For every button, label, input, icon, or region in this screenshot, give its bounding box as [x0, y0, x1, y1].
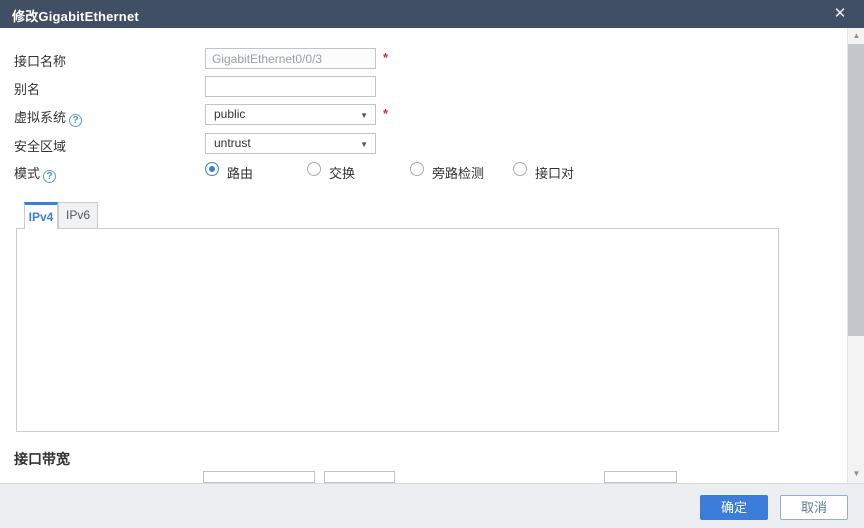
- mode-radio-switch-label: 交换: [329, 163, 355, 182]
- dialog-title: 修改GigabitEthernet: [12, 6, 139, 25]
- scroll-down-icon[interactable]: ▼: [848, 466, 864, 481]
- virtual-system-value: public: [214, 105, 245, 124]
- mode-radio-interface-pair[interactable]: [513, 162, 527, 176]
- alias-label: 别名: [14, 79, 40, 98]
- dialog-titlebar: 修改GigabitEthernet ✕: [0, 0, 864, 28]
- cancel-button[interactable]: 取消: [780, 495, 848, 520]
- required-asterisk: *: [383, 50, 388, 65]
- required-asterisk: *: [383, 106, 388, 121]
- mode-radio-bypass-detect-label: 旁路检测: [432, 163, 484, 182]
- bandwidth-section-title: 接口带宽: [14, 449, 70, 469]
- interface-name-input[interactable]: [205, 48, 376, 69]
- security-zone-select[interactable]: untrust ▼: [205, 133, 376, 154]
- tab-ipv4[interactable]: IPv4: [24, 202, 58, 229]
- ipv4-panel: [16, 228, 779, 432]
- mode-radio-route[interactable]: [205, 162, 219, 176]
- ok-button[interactable]: 确定: [700, 495, 768, 520]
- interface-name-label: 接口名称: [14, 51, 66, 70]
- virtual-system-select[interactable]: public ▼: [205, 104, 376, 125]
- mode-radio-switch[interactable]: [307, 162, 321, 176]
- mode-label: 模式?: [14, 163, 56, 183]
- bandwidth-input-partial[interactable]: [203, 471, 315, 483]
- dialog-footer: 确定 取消: [0, 483, 864, 528]
- scrollbar-thumb[interactable]: [848, 44, 864, 336]
- mode-radio-bypass-detect[interactable]: [410, 162, 424, 176]
- chevron-down-icon: ▼: [360, 140, 368, 149]
- scroll-up-icon[interactable]: ▲: [848, 28, 864, 43]
- security-zone-value: untrust: [214, 134, 251, 153]
- modify-interface-dialog: 修改GigabitEthernet ✕ 接口名称 * 别名 虚拟系统? publ…: [0, 0, 864, 528]
- bandwidth-input-partial[interactable]: [324, 471, 395, 483]
- help-icon[interactable]: ?: [43, 170, 56, 183]
- chevron-down-icon: ▼: [360, 111, 368, 120]
- close-icon[interactable]: ✕: [830, 4, 850, 24]
- mode-radio-interface-pair-label: 接口对: [535, 163, 574, 182]
- virtual-system-label: 虚拟系统?: [14, 107, 82, 127]
- security-zone-label: 安全区域: [14, 136, 66, 155]
- mode-radio-route-label: 路由: [227, 163, 253, 182]
- help-icon[interactable]: ?: [69, 114, 82, 127]
- tab-ipv6[interactable]: IPv6: [58, 202, 98, 229]
- bandwidth-select-partial[interactable]: [604, 471, 677, 483]
- scrollbar[interactable]: ▲ ▼: [847, 28, 864, 483]
- alias-input[interactable]: [205, 76, 376, 97]
